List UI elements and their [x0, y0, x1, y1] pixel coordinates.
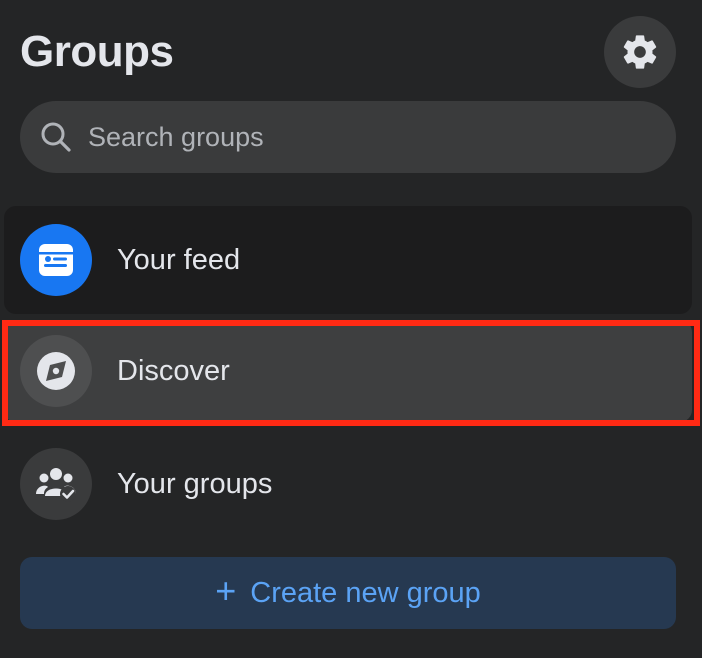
create-new-group-label: Create new group — [250, 576, 481, 609]
gear-icon — [623, 35, 657, 69]
nav-item-your-feed[interactable]: Your feed — [4, 206, 692, 314]
create-new-group-button[interactable]: + Create new group — [20, 557, 676, 629]
nav-label-discover: Discover — [117, 354, 230, 387]
plus-icon: + — [215, 570, 237, 611]
groups-icon — [20, 448, 92, 520]
nav-label-your-groups: Your groups — [117, 467, 273, 500]
search-bar[interactable] — [20, 101, 676, 173]
page-title: Groups — [20, 27, 174, 76]
nav-label-your-feed: Your feed — [117, 243, 241, 276]
search-icon — [40, 121, 72, 153]
settings-button[interactable] — [604, 16, 676, 88]
news-feed-icon — [20, 224, 92, 296]
nav-item-your-groups[interactable]: Your groups — [4, 430, 692, 538]
groups-header: Groups — [0, 0, 702, 100]
search-input[interactable] — [86, 112, 676, 162]
compass-icon — [20, 335, 92, 407]
nav-item-discover[interactable]: Discover — [4, 320, 692, 422]
